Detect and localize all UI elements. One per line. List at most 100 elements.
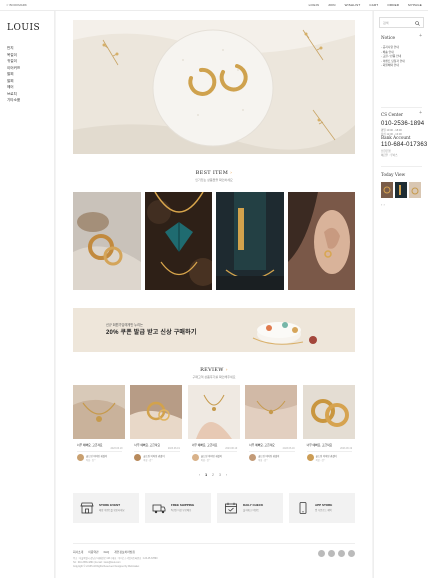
footer: 회사소개 이용약관 FAQ 개인정보처리방침 주소 : 서울특별시 강남구 테헤… xyxy=(73,543,355,568)
review-date: 2023.06.19 xyxy=(225,447,238,450)
bank-title: Bank Account xyxy=(381,135,411,140)
facebook-icon[interactable] xyxy=(338,550,345,557)
review-card[interactable]: 너무 예뻐요, 고급져요 2023.06.19 골드링 이어링 귀걸이 작성 :… xyxy=(245,385,298,467)
review-meta: 작성 : 김** xyxy=(200,460,211,462)
nav-join[interactable]: JOIN xyxy=(328,3,336,7)
today-view-list xyxy=(381,182,421,198)
review-meta: 작성 : 김** xyxy=(258,460,268,462)
service-daily-check[interactable]: DAILY CHECK 출석체크 이벤트 xyxy=(217,493,283,523)
footer-links: 회사소개 이용약관 FAQ 개인정보처리방침 xyxy=(73,550,135,554)
right-sidebar: 검색 Notice + - 공지사항 안내 - 배송 안내 - 교환 / 반품 … xyxy=(373,11,428,578)
instagram-icon[interactable] xyxy=(318,550,325,557)
notice-more-icon[interactable]: + xyxy=(419,33,422,39)
cs-more-icon[interactable]: + xyxy=(419,110,422,116)
service-bar: STORE EVENT 매장 이벤트를 확인하세요 FREE SHIPPING … xyxy=(73,493,355,523)
review-title: REVIEW › xyxy=(200,367,228,373)
divider xyxy=(381,107,422,108)
today-view-item[interactable] xyxy=(395,182,407,198)
divider xyxy=(134,451,180,452)
nav-login[interactable]: LOGIN xyxy=(309,3,319,7)
kakao-icon[interactable] xyxy=(348,550,355,557)
footer-link[interactable]: 이용약관 xyxy=(88,550,98,554)
review-product-thumb xyxy=(77,454,84,461)
review-title-text: 너무 예뻐요, 고급져요 xyxy=(134,443,160,447)
product-card[interactable] xyxy=(287,192,355,290)
search-box[interactable]: 검색 xyxy=(379,17,424,28)
review-grid: 너무 예뻐요, 고급져요 2023.06.19 골드링 이어링 귀걸이 작성 :… xyxy=(73,385,356,467)
review-meta: 작성 : 김** xyxy=(315,460,326,462)
review-meta: 작성 : 김** xyxy=(86,460,96,462)
today-view-item[interactable] xyxy=(409,182,421,198)
review-card[interactable]: 너무 예뻐요, 고급져요 2023.06.19 골드링 이어링 귀걸이 작성 :… xyxy=(302,385,356,467)
service-store-event[interactable]: STORE EVENT 매장 이벤트를 확인하세요 xyxy=(73,493,139,523)
nav-order[interactable]: ORDER xyxy=(387,3,399,7)
footer-link[interactable]: 회사소개 xyxy=(73,550,83,554)
search-input[interactable]: 검색 xyxy=(383,21,389,25)
review-subtitle: 구매고객 상품후기를 확인해주세요 xyxy=(192,375,236,379)
pager-page[interactable]: 3 xyxy=(219,473,223,477)
review-card[interactable]: 너무 예뻐요, 고급져요 2023.06.19 골드링 이어링 귀걸이 작성 :… xyxy=(187,385,241,467)
pager-page[interactable]: 2 xyxy=(212,473,216,477)
logo[interactable]: LOUIS xyxy=(7,23,40,33)
pager-page[interactable]: 1 xyxy=(205,473,209,477)
divider xyxy=(191,451,238,452)
nav-wishlist[interactable]: WISHLIST xyxy=(345,3,361,7)
review-title-text: 너무 예뻐요, 고급져요 xyxy=(77,443,103,447)
pager-prev[interactable]: ‹ xyxy=(199,473,202,477)
nav-mypage[interactable]: MYPAGE xyxy=(408,3,422,7)
notice-list: - 공지사항 안내 - 배송 안내 - 교환 / 반품 안내 - 이벤트 당첨자… xyxy=(381,45,405,68)
service-desc: 앱 다운로드 혜택 xyxy=(315,509,332,512)
divider xyxy=(381,166,422,167)
notice-item[interactable]: - 회원혜택 안내 xyxy=(381,63,405,68)
review-card[interactable]: 너무 예뻐요, 고급져요 2023.06.19 골드링 이어링 귀걸이 작성 :… xyxy=(73,385,126,467)
bookmark-link[interactable]: ☆ BOOKMARK xyxy=(6,3,27,7)
category-item[interactable]: 기타소품 xyxy=(7,97,20,104)
product-card[interactable] xyxy=(144,192,212,290)
best-grid xyxy=(73,192,355,290)
today-view-item[interactable] xyxy=(381,182,393,198)
pagination: ‹ 1 2 3 › xyxy=(56,473,372,477)
review-product-thumb xyxy=(134,454,142,461)
product-card[interactable] xyxy=(216,192,284,290)
top-bar: ☆ BOOKMARK LOGIN JOIN WISHLIST CART ORDE… xyxy=(0,0,428,11)
service-app-store[interactable]: APP STORE 앱 다운로드 혜택 xyxy=(289,493,355,523)
bank-info: 신한은행 예금주 : 루이스 xyxy=(381,150,398,157)
banner-headline: 20% 쿠폰 발급 받고 신상 구매하기 xyxy=(106,330,197,336)
blog-icon[interactable] xyxy=(328,550,335,557)
truck-icon xyxy=(152,504,166,514)
review-card[interactable]: 너무 예뻐요, 고급져요 2023.06.19 골드링 이어링 귀걸이 작성 :… xyxy=(130,385,183,467)
review-image xyxy=(245,385,298,439)
review-date: 2023.06.19 xyxy=(340,447,353,450)
service-title: FREE SHIPPING xyxy=(171,503,195,507)
best-title: BEST ITEM › xyxy=(195,170,233,176)
cs-title: CS Center xyxy=(381,112,403,117)
service-free-shipping[interactable]: FREE SHIPPING 5만원 이상 무료배송 xyxy=(145,493,211,523)
service-desc: 출석체크 이벤트 xyxy=(243,509,260,512)
top-nav: LOGIN JOIN WISHLIST CART ORDER MYPAGE xyxy=(309,3,422,7)
service-desc: 매장 이벤트를 확인하세요 xyxy=(99,509,125,512)
service-title: APP STORE xyxy=(315,503,333,507)
review-image xyxy=(187,385,240,439)
review-image xyxy=(130,385,183,439)
pager-next[interactable]: › xyxy=(226,473,229,477)
coupon-banner[interactable]: 신규 회원가입에게만 누리는 20% 쿠폰 발급 받고 신상 구매하기 xyxy=(73,308,355,352)
review-image xyxy=(302,385,355,439)
notice-title: Notice xyxy=(381,35,396,40)
nav-cart[interactable]: CART xyxy=(369,3,378,7)
footer-link[interactable]: FAQ xyxy=(104,550,110,554)
review-title-text: 너무 예뻐요, 고급져요 xyxy=(249,443,275,447)
review-date: 2023.06.19 xyxy=(282,447,295,450)
footer-link[interactable]: 개인정보처리방침 xyxy=(114,550,135,554)
hero-image[interactable] xyxy=(73,20,355,154)
review-product-thumb xyxy=(249,454,257,461)
review-meta: 작성 : 김** xyxy=(143,460,153,462)
divider xyxy=(77,451,123,452)
sns-links xyxy=(318,550,355,557)
search-icon[interactable] xyxy=(415,20,420,26)
footer-info: 주소 : 서울특별시 강남구 테헤란로 123 | 대표 : 루이스 | 사업자… xyxy=(73,558,158,568)
today-view-nav[interactable]: ‹ › xyxy=(381,202,385,207)
phone-icon xyxy=(299,502,307,514)
review-title-text: 너무 예뻐요, 고급져요 xyxy=(191,443,218,447)
product-card[interactable] xyxy=(73,192,141,290)
review-date: 2023.06.19 xyxy=(167,447,180,450)
